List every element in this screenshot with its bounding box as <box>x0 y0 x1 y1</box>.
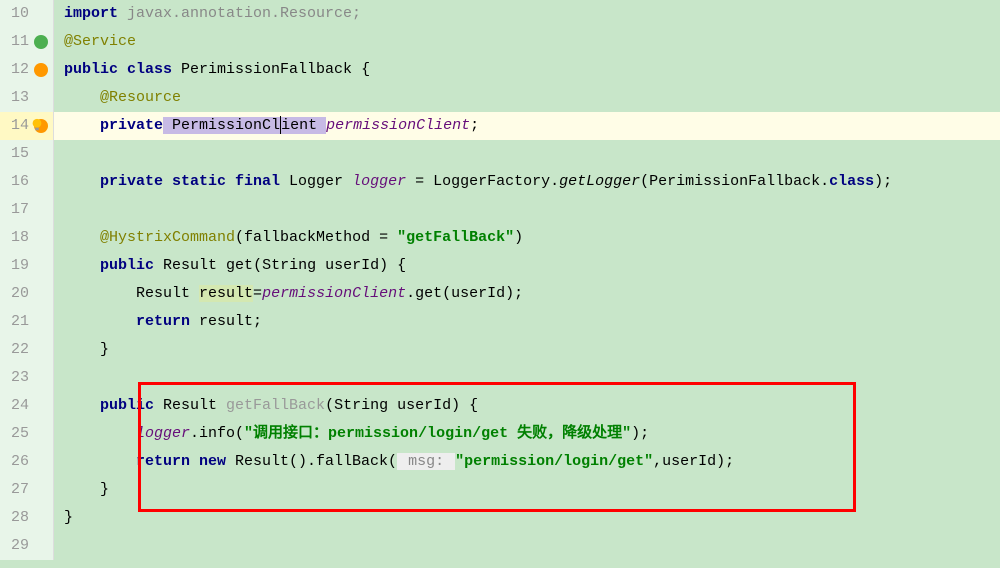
code-line[interactable]: Result result=permissionClient.get(userI… <box>54 280 1000 308</box>
code-line[interactable]: @Service <box>54 28 1000 56</box>
gutter-line[interactable]: 24 <box>0 392 53 420</box>
code-line-current[interactable]: private PermissionClient permissionClien… <box>54 112 1000 140</box>
code-line[interactable]: public Result getFallBack(String userId)… <box>54 392 1000 420</box>
gutter-line[interactable]: 19 <box>0 252 53 280</box>
line-number-gutter: 10 11 12 13 14 15 16 17 18 19 20 21 22 2… <box>0 0 54 560</box>
selection: ient <box>281 117 326 134</box>
code-line[interactable]: @HystrixCommand(fallbackMethod = "getFal… <box>54 224 1000 252</box>
gutter-line[interactable]: 20 <box>0 280 53 308</box>
gutter-line[interactable]: 25 <box>0 420 53 448</box>
code-line[interactable]: private static final Logger logger = Log… <box>54 168 1000 196</box>
code-line[interactable]: public Result get(String userId) { <box>54 252 1000 280</box>
annotation-icon[interactable] <box>34 35 48 49</box>
class-icon[interactable] <box>34 63 48 77</box>
gutter-line[interactable]: 11 <box>0 28 53 56</box>
gutter-line[interactable]: 15 <box>0 140 53 168</box>
gutter-line[interactable]: 28 <box>0 504 53 532</box>
code-line[interactable]: public class PerimissionFallback { <box>54 56 1000 84</box>
gutter-line[interactable]: 18 <box>0 224 53 252</box>
gutter-line[interactable]: 29 <box>0 532 53 560</box>
code-line[interactable] <box>54 532 1000 560</box>
code-line[interactable]: @Resource <box>54 84 1000 112</box>
code-line[interactable]: logger.info("调用接口：permission/login/get 失… <box>54 420 1000 448</box>
code-line[interactable]: } <box>54 476 1000 504</box>
code-line[interactable]: import javax.annotation.Resource; <box>54 0 1000 28</box>
code-line[interactable] <box>54 140 1000 168</box>
selection: PermissionCl <box>163 117 280 134</box>
code-line[interactable]: return result; <box>54 308 1000 336</box>
gutter-line[interactable]: 13 <box>0 84 53 112</box>
gutter-line[interactable]: 26 <box>0 448 53 476</box>
gutter-line[interactable]: 23 <box>0 364 53 392</box>
gutter-line[interactable]: 22 <box>0 336 53 364</box>
code-line[interactable] <box>54 364 1000 392</box>
code-line[interactable]: } <box>54 336 1000 364</box>
intention-bulb-icon[interactable] <box>30 118 44 132</box>
code-line[interactable] <box>54 196 1000 224</box>
gutter-line[interactable]: 27 <box>0 476 53 504</box>
gutter-line[interactable]: 10 <box>0 0 53 28</box>
param-hint: msg: <box>397 453 455 470</box>
gutter-line[interactable]: 16 <box>0 168 53 196</box>
code-line[interactable]: } <box>54 504 1000 532</box>
gutter-line[interactable]: 12 <box>0 56 53 84</box>
gutter-line-current[interactable]: 14 <box>0 112 53 140</box>
code-line[interactable]: return new Result().fallBack( msg: "perm… <box>54 448 1000 476</box>
gutter-line[interactable]: 17 <box>0 196 53 224</box>
code-editor[interactable]: import javax.annotation.Resource; @Servi… <box>54 0 1000 560</box>
gutter-line[interactable]: 21 <box>0 308 53 336</box>
